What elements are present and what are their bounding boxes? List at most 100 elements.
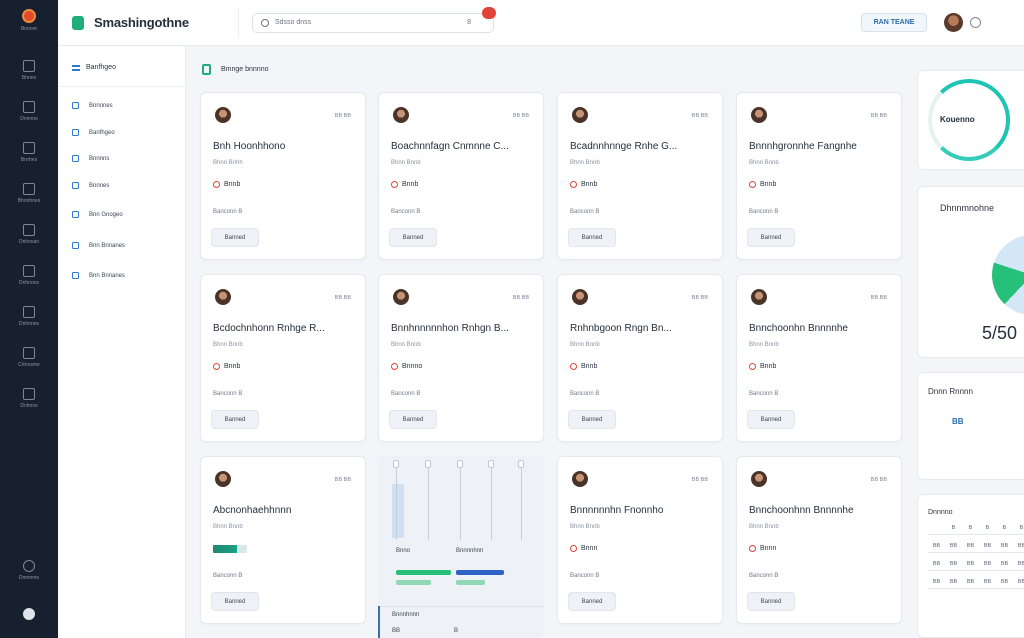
card-action-button[interactable]: Banned	[211, 592, 259, 611]
rail-item-7[interactable]: Crhrssme	[0, 337, 58, 377]
rail-item-3[interactable]: Bhnnhnes	[0, 173, 58, 213]
sidebar-item-2[interactable]: Bnnnns	[72, 155, 109, 162]
progress-bar	[396, 580, 431, 585]
card-meta: Banconn B	[749, 209, 779, 215]
rail-item-4[interactable]: Dnhsnan	[0, 214, 58, 254]
calendar-cell[interactable]: BB	[928, 561, 945, 571]
card-action-button[interactable]: Banned	[747, 228, 795, 247]
task-card[interactable]: BB BB Bcadnnhnnge Rnhe G... Bhnn Bnnb Bnnb B…	[557, 92, 723, 260]
card-action-button[interactable]: Banned	[389, 410, 437, 429]
settings-icon	[23, 387, 35, 400]
task-card[interactable]: BB BB Bnnnnnnhn Fnonnho Bhnn Bnnb Bnnn Banco…	[557, 456, 723, 624]
calendar-cell[interactable]: BB	[996, 561, 1013, 571]
calendar-cell[interactable]: B	[996, 525, 1013, 535]
calendar-cell[interactable]: BB	[962, 543, 979, 553]
sidebar-header[interactable]: Banfhgeo	[72, 64, 116, 71]
card-subtitle: Bhnn Bnnb	[749, 160, 779, 166]
task-card[interactable]: BB BB Rnhnbgoon Rngn Bn... Bhnn Bnnb Bnnb Ba…	[557, 274, 723, 442]
task-card[interactable]: BB BB Bnh Hoonhhono Bhnn Bnhh Bnnb Banconn B…	[200, 92, 366, 260]
status-dot-icon	[391, 181, 398, 188]
rail-item-1[interactable]: Dnnnno	[0, 91, 58, 131]
calendar-cell[interactable]: BB	[1013, 543, 1024, 553]
card-meta: Banconn B	[749, 573, 779, 579]
card-status: BB BB	[334, 295, 351, 301]
rail-profile[interactable]	[0, 594, 58, 634]
card-title: Bnnchoonhnn Bnnnnhe	[749, 505, 854, 516]
rail-item-0[interactable]: Bnnes	[0, 50, 58, 90]
card-status: BB BB	[870, 113, 887, 119]
sidebar-item-4[interactable]: Bnn Gnogeo	[72, 211, 123, 218]
calendar-cell[interactable]: B	[962, 525, 979, 535]
status-dot-icon	[570, 545, 577, 552]
card-title: Abcnonhaehhnnn	[213, 505, 292, 516]
sidebar-item-0[interactable]: Bnnnnes	[72, 102, 113, 109]
filter-icon[interactable]: 8	[467, 19, 471, 26]
rail-item-6[interactable]: Dnhnnes	[0, 296, 58, 336]
calendar-cell[interactable]: BB	[996, 543, 1013, 553]
card-tag-label: Bnnb	[224, 181, 241, 188]
column-handle[interactable]	[425, 460, 431, 468]
search-input[interactable]: Sdsso dnss 8	[252, 13, 494, 33]
column-handle[interactable]	[488, 460, 494, 468]
calendar-cell[interactable]: BB	[928, 543, 945, 553]
calendar-cell[interactable]: BB	[1013, 579, 1024, 589]
task-card[interactable]: BB BB Boachnnfagn Cnmnne C... Bhnn Bnnb Bnn…	[378, 92, 544, 260]
sidebar-item-3[interactable]: Bnnnes	[72, 182, 109, 189]
task-card[interactable]: BB BB Bnnchoonhnn Bnnnnhe Bhnn Bnnb Bnnn Ban…	[736, 456, 902, 624]
column-handle[interactable]	[393, 460, 399, 468]
calendar-cell[interactable]: B	[1013, 525, 1024, 535]
card-subtitle: Bhnn Bnnb	[391, 160, 421, 166]
card-action-button[interactable]: Banned	[747, 592, 795, 611]
card-action-button[interactable]: Banned	[211, 410, 259, 429]
calendar-cell[interactable]: BB	[928, 579, 945, 589]
card-status: BB BB	[870, 477, 887, 483]
card-action-button[interactable]: Banned	[747, 410, 795, 429]
rail-item-bottom[interactable]: Dnnmme	[0, 550, 58, 590]
calendar-cell[interactable]: BB	[962, 579, 979, 589]
sidebar-item-6[interactable]: Bnn Bnnanes	[72, 272, 125, 279]
grid-icon	[23, 141, 35, 154]
rail-item-8[interactable]: Dnhnns	[0, 378, 58, 418]
card-title: Bnnnhgronnhe Fangnhe	[749, 141, 857, 152]
user-avatar[interactable]	[944, 13, 963, 32]
card-action-button[interactable]: Banned	[211, 228, 259, 247]
card-action-button[interactable]: Banned	[389, 228, 437, 247]
calendar-cell[interactable]: BB	[996, 579, 1013, 589]
card-meta: Banconn B	[570, 209, 600, 215]
calendar-cell[interactable]	[928, 525, 945, 535]
calendar-cell[interactable]: BB	[979, 561, 996, 571]
card-action-button[interactable]: Banned	[568, 228, 616, 247]
calendar-cell[interactable]: BB	[979, 543, 996, 553]
sidebar-item-label: Banfhgeo	[89, 129, 115, 136]
calendar-cell[interactable]: BB	[979, 579, 996, 589]
task-card[interactable]: BB BB Bnnchoonhn Bnnnnhe Bhnn Bnnb Bnnb Banc…	[736, 274, 902, 442]
rail-item-5[interactable]: Dnhnons	[0, 255, 58, 295]
column-handle[interactable]	[457, 460, 463, 468]
calendar-cell[interactable]: BB	[1013, 561, 1024, 571]
pie-chart	[992, 235, 1024, 315]
calendar-cell[interactable]: BB	[945, 561, 962, 571]
primary-action-button[interactable]: RAN TEANE	[861, 13, 927, 32]
calendar-grid: B B B B B BB BB BB BB BB BB BB BB BB BB BB BB BB BB BB BB BB B…	[928, 525, 1024, 589]
rail-home[interactable]: Bnnore	[0, 0, 58, 40]
calendar-cell[interactable]: B	[979, 525, 996, 535]
notification-badge-icon[interactable]	[482, 7, 496, 19]
calendar-cell[interactable]: B	[945, 525, 962, 535]
card-action-button[interactable]: Banned	[568, 410, 616, 429]
sidebar-item-5[interactable]: Bnn Bnnanes	[72, 242, 125, 249]
task-card[interactable]: BB BB Bnnnhgronnhe Fangnhe Bhnn Bnnb Bnnb Ba…	[736, 92, 902, 260]
task-card[interactable]: BB BB Bcdochnhonn Rnhge R... Bhnn Bnnb Bnnb…	[200, 274, 366, 442]
gear-icon[interactable]	[970, 17, 981, 28]
calendar-cell[interactable]: BB	[945, 543, 962, 553]
card-action-button[interactable]: Banned	[568, 592, 616, 611]
rail-item-2[interactable]: Brrrhes	[0, 132, 58, 172]
sidebar-item-1[interactable]: Banfhgeo	[72, 129, 115, 136]
calendar-cell[interactable]: BB	[945, 579, 962, 589]
calendar-cell[interactable]: BB	[962, 561, 979, 571]
task-card[interactable]: BB BB Abcnonhaehhnnn Bhnn Bnnb Banconn B Ban…	[200, 456, 366, 624]
task-card[interactable]: BB BB Bnnhnnnnnhon Rnhgn B... Bhnn Bnnb Bnn…	[378, 274, 544, 442]
column-handle[interactable]	[518, 460, 524, 468]
card-icon	[72, 129, 79, 136]
card-tag: Bnnb	[570, 363, 597, 370]
shield-icon	[23, 346, 35, 359]
